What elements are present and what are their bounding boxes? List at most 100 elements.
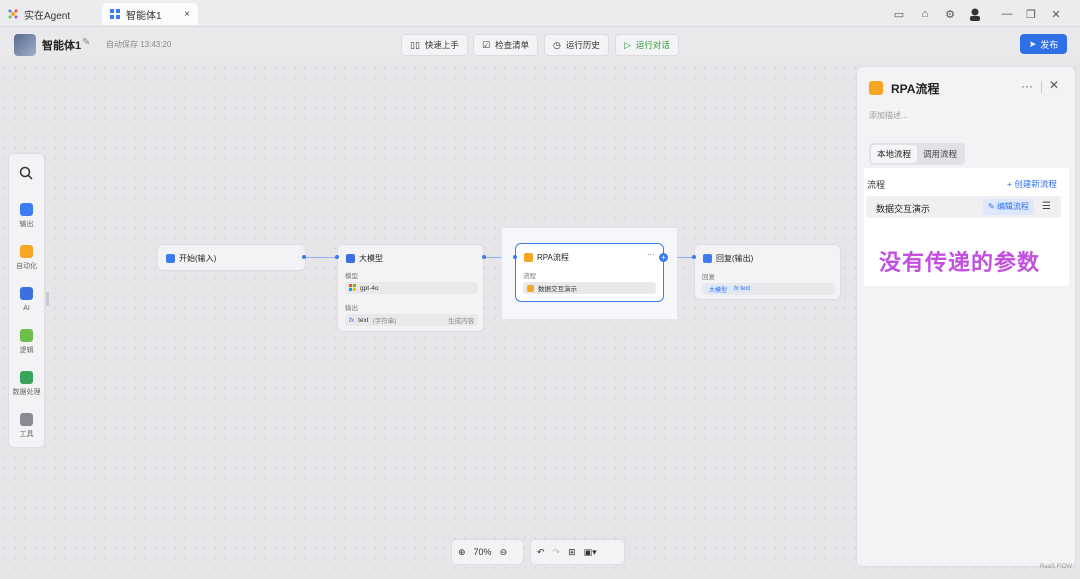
microsoft-logo-icon [349, 283, 356, 293]
list-settings-icon[interactable]: ☰ [1042, 201, 1051, 212]
watermark: RaaS FlOW [1040, 564, 1073, 570]
model-field: gpt-4o [345, 282, 478, 294]
more-icon[interactable]: ··· [647, 250, 655, 259]
window-close-icon[interactable]: ✕ [1047, 5, 1065, 23]
node-rpa[interactable]: RPA流程 ··· 流程 数据交互演示 [515, 243, 664, 302]
restore-icon[interactable]: ❐ [1022, 5, 1040, 23]
node-llm-label: 大模型 [359, 254, 383, 263]
port-llm-out[interactable] [482, 255, 486, 259]
flow-field: 数据交互演示 [523, 282, 656, 294]
panel-title: RPA流程 [891, 82, 940, 96]
tab-local-flow[interactable]: 本地流程 [871, 145, 918, 163]
agent-name[interactable]: 智能体1 [42, 37, 81, 53]
publish-button[interactable]: ➤ 发布 [1020, 34, 1067, 54]
publish-label: 发布 [1040, 39, 1059, 50]
node-llm-title: 大模型 [346, 253, 383, 264]
toolbar-item-output[interactable]: 输出 [8, 203, 45, 229]
flow-icon [527, 284, 534, 292]
grid-icon [110, 9, 120, 19]
create-flow-link[interactable]: + 创建新流程 [1007, 178, 1057, 190]
node-rpa-title: RPA流程 [524, 252, 569, 263]
toolbar-item-label: 输出 [19, 221, 34, 228]
app-tab[interactable]: 实在Agent [8, 3, 70, 25]
gift-icon[interactable]: ⌂ [916, 5, 934, 23]
output-var: text [358, 316, 369, 324]
minimize-icon[interactable]: — [998, 5, 1016, 23]
toolbar-item-label: 自动化 [16, 263, 37, 270]
redo-icon[interactable]: ↷ [553, 547, 561, 558]
history-icon: ◷ [553, 39, 561, 50]
user-avatar-icon[interactable] [966, 5, 984, 23]
checklist-label: 检查清单 [495, 40, 530, 50]
monitor-icon[interactable]: ▭ [890, 5, 908, 23]
title-bar: 实在Agent 智能体1 × ▭ ⌂ ⚙ — ❐ ✕ [0, 0, 1080, 27]
reply-tag-var-label: text [740, 286, 751, 292]
app-logo-icon [8, 9, 18, 19]
more-icon[interactable]: ··· [1021, 79, 1033, 93]
agent-avatar [14, 34, 36, 56]
node-start[interactable]: 开始(输入) [157, 244, 306, 271]
toolbar-item-label: 逻辑 [19, 347, 34, 354]
canvas-controls: ↶ ↷ ⊞ ▣▾ [530, 539, 625, 565]
checklist-button[interactable]: ☑ 检查清单 [473, 34, 539, 56]
node-reply[interactable]: 回复(输出) 回复 大模型 fx text [694, 244, 841, 300]
gear-icon[interactable]: ⚙ [941, 5, 959, 23]
annotation-text: 没有传递的参数 [879, 250, 1041, 275]
zoom-out-icon[interactable]: ⊖ [500, 547, 508, 558]
node-llm[interactable]: 大模型 模型 gpt-4o 输出 fx text (字符串) 生成内容 [337, 244, 484, 332]
model-label: 模型 [345, 273, 358, 280]
toolbar-item-logic[interactable]: 逻辑 [8, 329, 45, 355]
toolbar-item-label: AI [23, 305, 30, 312]
divider [1041, 81, 1042, 93]
quick-start-button[interactable]: ▯▯ 快速上手 [401, 34, 468, 56]
node-reply-label: 回复(输出) [716, 254, 754, 263]
flow-section-label: 流程 [867, 180, 886, 190]
editor-header: 智能体1 ✎ 自动保存 13:43:20 ▯▯ 快速上手 ☑ 检查清单 ◷ 运行… [0, 27, 1080, 63]
undo-icon[interactable]: ↶ [537, 547, 545, 558]
pencil-icon: ✎ [988, 202, 995, 211]
zoom-in-icon[interactable]: ⊕ [458, 547, 466, 558]
properties-panel: RPA流程 ··· ✕ 添加描述... 本地流程 调用流程 [856, 66, 1076, 567]
run-dialog-button[interactable]: ▷ 运行对话 [615, 34, 679, 56]
automation-icon [20, 245, 33, 258]
port-reply-in[interactable] [692, 255, 696, 259]
run-history-button[interactable]: ◷ 运行历史 [544, 34, 609, 56]
tab-call-flow[interactable]: 调用流程 [917, 145, 963, 163]
output-label: 输出 [345, 305, 358, 312]
port-llm-in[interactable] [335, 255, 339, 259]
model-value: gpt-4o [360, 284, 379, 292]
toolbar-item-automation[interactable]: 自动化 [8, 245, 45, 271]
minimap-icon[interactable]: ▣▾ [584, 547, 597, 558]
port-rpa-in[interactable] [513, 255, 517, 259]
node-start-label: 开始(输入) [179, 254, 217, 263]
node-start-title: 开始(输入) [166, 253, 216, 264]
edge-start-llm [305, 257, 337, 258]
output-desc: 生成内容 [448, 318, 474, 325]
toolbar-resize-handle[interactable] [46, 292, 49, 306]
edit-flow-button[interactable]: ✎ 编辑流程 [983, 199, 1034, 215]
panel-tabs: 本地流程 调用流程 [869, 143, 966, 165]
toolbar-item-ai[interactable]: AI [8, 287, 45, 312]
toolbar-item-label: 工具 [19, 431, 34, 438]
rpa-icon [869, 81, 883, 95]
output-type: (字符串) [372, 318, 397, 325]
flow-name: 数据交互演示 [876, 204, 931, 214]
node-rpa-label: RPA流程 [537, 253, 569, 262]
tab-agent[interactable]: 智能体1 × [102, 3, 198, 25]
layout-icon[interactable]: ⊞ [568, 547, 576, 558]
close-icon[interactable]: × [184, 9, 190, 20]
rpa-icon [524, 253, 533, 262]
run-history-label: 运行历史 [565, 40, 600, 50]
search-icon[interactable] [19, 166, 33, 183]
edit-icon[interactable]: ✎ [82, 37, 90, 48]
flow-row[interactable]: 数据交互演示 ✎ 编辑流程 ☰ [866, 196, 1061, 218]
toolbar-item-data[interactable]: 数据处理 [8, 371, 45, 397]
close-icon[interactable]: ✕ [1049, 78, 1059, 92]
toolbar-item-tools[interactable]: 工具 [8, 413, 45, 439]
description-input[interactable]: 添加描述... [869, 110, 908, 121]
add-node-icon[interactable]: + [659, 253, 668, 262]
autosave-status: 自动保存 13:43:20 [106, 40, 172, 49]
reply-icon [703, 254, 712, 263]
book-icon: ▯▯ [410, 39, 420, 50]
port-start-out[interactable] [302, 255, 306, 259]
